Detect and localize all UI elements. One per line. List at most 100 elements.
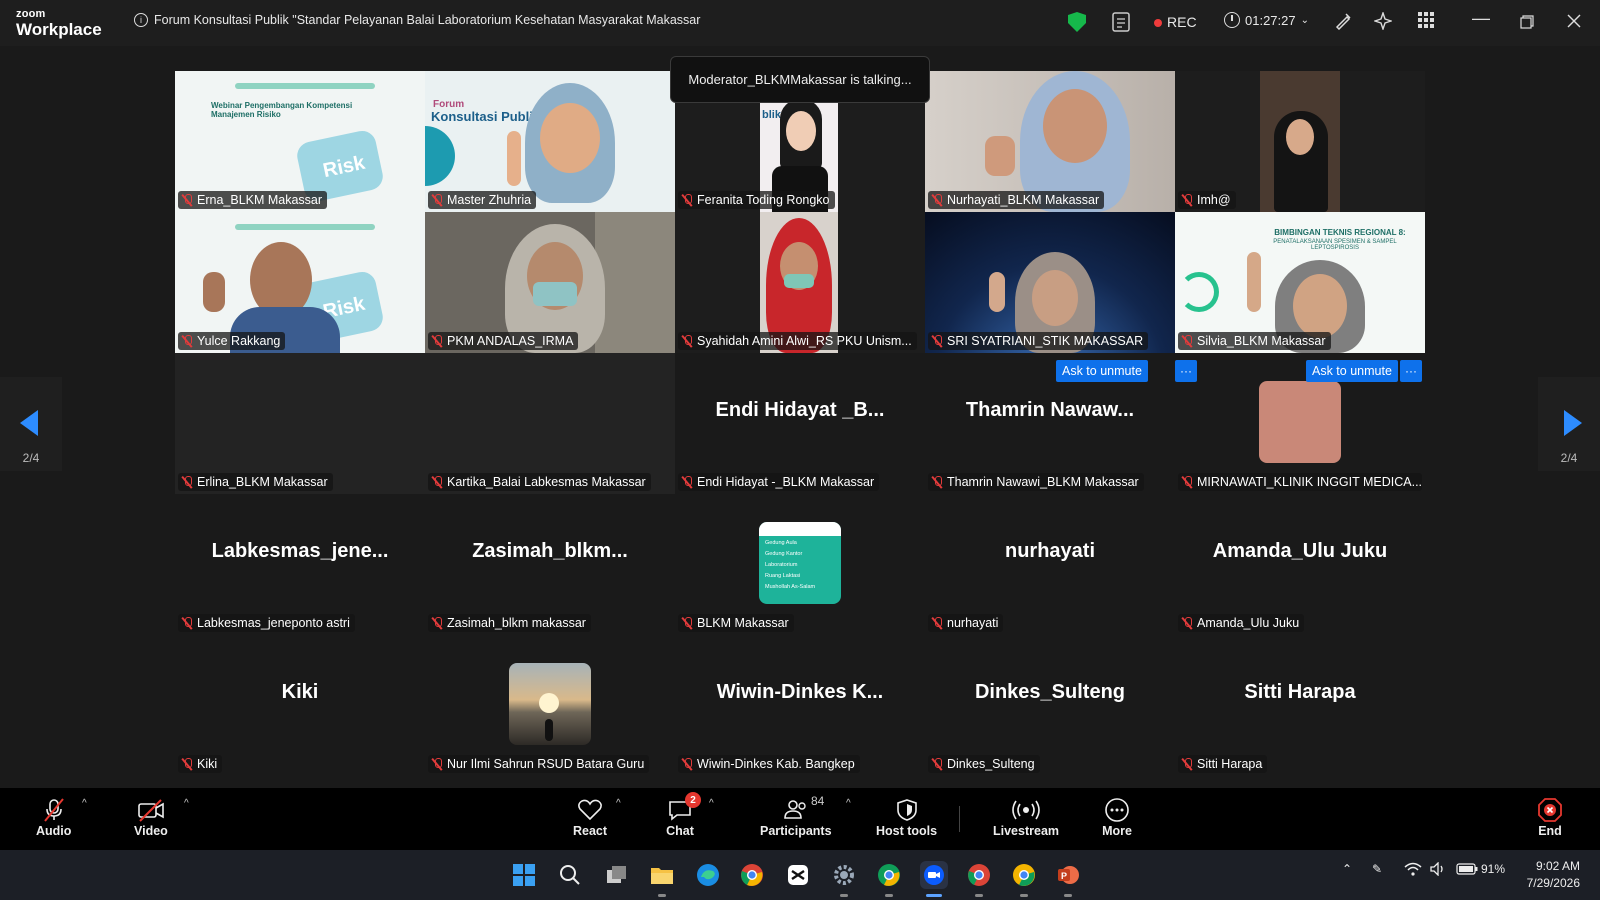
video-tile[interactable]: Sitti Harapa Sitti Harapa (1175, 635, 1425, 776)
zoom-logo: zoom Workplace (16, 9, 102, 39)
battery-indicator[interactable]: 91% (1456, 862, 1505, 876)
react-button[interactable]: React (573, 796, 607, 838)
participant-name: Amanda_Ulu Juku (1197, 616, 1300, 630)
host-tools-label: Host tools (876, 824, 938, 838)
video-tile[interactable]: nurhayati nurhayati (925, 494, 1175, 635)
show-hidden-icons-chevron-icon[interactable]: ⌃ (1342, 862, 1352, 876)
participant-display-name: Amanda_Ulu Juku (1212, 540, 1388, 562)
mic-muted-icon (431, 476, 443, 488)
video-tile[interactable]: Labkesmas_jene... Labkesmas_jeneponto as… (175, 494, 425, 635)
participant-name: Sitti Harapa (1197, 757, 1263, 771)
chat-bubble-icon: 2 (665, 792, 701, 824)
capcut-icon[interactable] (784, 861, 812, 889)
file-explorer-icon[interactable] (648, 861, 676, 889)
participant-name: Kartika_Balai Labkesmas Makassar (447, 475, 646, 489)
participant-name: Master Zhuhria (447, 193, 532, 207)
tile-more-button[interactable]: ··· (1400, 360, 1422, 382)
participant-name: Erna_BLKM Makassar (197, 193, 323, 207)
ask-to-unmute-button[interactable]: Ask to unmute (1306, 360, 1398, 382)
video-tile[interactable]: PKM ANDALAS_IRMA (425, 212, 675, 353)
info-icon[interactable]: i (134, 13, 148, 27)
powerpoint-icon[interactable]: P (1054, 861, 1082, 889)
volume-icon[interactable] (1430, 861, 1446, 879)
participant-name: Labkesmas_jeneponto astri (197, 616, 350, 630)
participant-name-tag: Dinkes_Sulteng (928, 755, 1040, 773)
task-view-icon[interactable] (603, 861, 631, 889)
chrome-profile-icon[interactable] (965, 861, 993, 889)
chat-options-caret-icon[interactable]: ^ (709, 798, 714, 809)
chrome-profile-icon[interactable] (875, 861, 903, 889)
meeting-title[interactable]: i Forum Konsultasi Publik "Standar Pelay… (134, 13, 700, 27)
react-options-caret-icon[interactable]: ^ (616, 798, 621, 809)
audio-options-caret-icon[interactable]: ^ (82, 798, 87, 809)
video-tile[interactable]: Webinar Pengembangan Kompetensi Manajeme… (175, 71, 425, 212)
annotate-pen-icon[interactable] (1334, 12, 1352, 35)
audio-button[interactable]: Audio (36, 796, 71, 838)
meeting-timer[interactable]: 01:27:27 ⌄ (1224, 12, 1309, 28)
video-tile[interactable]: Nurhayati_BLKM Makassar (925, 71, 1175, 212)
participant-name-tag: Erlina_BLKM Makassar (178, 473, 333, 491)
participant-display-name: Wiwin-Dinkes K... (716, 681, 884, 703)
video-button[interactable]: Video (134, 796, 168, 838)
video-tile[interactable]: Kiki Kiki (175, 635, 425, 776)
video-tile[interactable]: Imh@ (1175, 71, 1425, 212)
settings-gear-icon[interactable] (830, 861, 858, 889)
chat-button[interactable]: 2 Chat (665, 792, 701, 838)
close-icon[interactable] (1567, 14, 1581, 33)
tile-more-button[interactable]: ··· (1175, 360, 1197, 382)
search-icon[interactable] (556, 861, 584, 889)
chrome-icon[interactable] (738, 861, 766, 889)
pen-menu-icon[interactable]: ✎ (1372, 862, 1382, 876)
livestream-icon (1011, 796, 1041, 824)
participants-options-caret-icon[interactable]: ^ (846, 798, 851, 809)
video-tile[interactable]: Forum Konsultasi Publik Master Zhuhria (425, 71, 675, 212)
mic-muted-icon (931, 194, 943, 206)
running-indicator (885, 894, 893, 897)
video-tile[interactable]: Erlina_BLKM Makassar (175, 353, 425, 494)
mic-muted-icon (931, 476, 943, 488)
video-tile[interactable]: Nur Ilmi Sahrun RSUD Batara Guru (425, 635, 675, 776)
notes-icon[interactable] (1112, 12, 1130, 37)
video-tile[interactable]: Syahidah Amini Alwi_RS PKU Unism... (675, 212, 925, 353)
system-clock[interactable]: 9:02 AM 7/29/2026 (1527, 858, 1580, 892)
rec-label: REC (1167, 14, 1197, 30)
previous-page-button[interactable]: 2/4 (0, 377, 62, 471)
title-bar: zoom Workplace i Forum Konsultasi Publik… (0, 0, 1600, 46)
video-tile[interactable]: Gedung Aula Gedung Kantor Laboratorium R… (675, 494, 925, 635)
ask-to-unmute-button[interactable]: Ask to unmute (1056, 360, 1148, 382)
video-tile[interactable]: Amanda_Ulu Juku Amanda_Ulu Juku (1175, 494, 1425, 635)
video-tile[interactable]: Zasimah_blkm... Zasimah_blkm makassar (425, 494, 675, 635)
end-meeting-button[interactable]: End (1535, 796, 1565, 838)
participant-name-tag: Wiwin-Dinkes Kab. Bangkep (678, 755, 860, 773)
encryption-shield-icon[interactable] (1068, 12, 1086, 32)
video-tile[interactable]: Dinkes_Sulteng Dinkes_Sulteng (925, 635, 1175, 776)
wifi-icon[interactable] (1404, 862, 1422, 879)
shield-icon (892, 796, 922, 824)
recording-indicator[interactable]: REC (1154, 14, 1197, 30)
mic-muted-icon (1181, 194, 1193, 206)
video-tile[interactable]: Kartika_Balai Labkesmas Makassar (425, 353, 675, 494)
apps-grid-icon[interactable] (1418, 12, 1434, 33)
video-tile[interactable]: Risk Yulce Rakkang (175, 212, 425, 353)
zoom-app-icon[interactable] (920, 861, 948, 889)
participant-name: Wiwin-Dinkes Kab. Bangkep (697, 757, 855, 771)
host-tools-button[interactable]: Host tools (876, 796, 937, 838)
restore-icon[interactable] (1520, 15, 1534, 34)
participant-name-tag: Sitti Harapa (1178, 755, 1268, 773)
video-tile[interactable]: Wiwin-Dinkes K... Wiwin-Dinkes Kab. Bang… (675, 635, 925, 776)
react-label: React (573, 824, 608, 838)
next-page-button[interactable]: 2/4 (1538, 377, 1600, 471)
video-options-caret-icon[interactable]: ^ (184, 798, 189, 809)
video-tile[interactable]: BIMBINGAN TEKNIS REGIONAL 8: PENATALAKSA… (1175, 212, 1425, 353)
ai-companion-icon[interactable] (1372, 10, 1394, 35)
livestream-button[interactable]: Livestream (993, 796, 1059, 838)
chrome-profile-icon[interactable] (1010, 861, 1038, 889)
video-tile[interactable]: SRI SYATRIANI_STIK MAKASSAR (925, 212, 1175, 353)
participant-display-name: Kiki (281, 681, 319, 703)
avatar (1259, 381, 1341, 463)
minimize-icon[interactable]: — (1472, 8, 1490, 29)
edge-browser-icon[interactable] (694, 861, 722, 889)
more-button[interactable]: More (1102, 796, 1132, 838)
video-tile[interactable]: Endi Hidayat _B... Endi Hidayat -_BLKM M… (675, 353, 925, 494)
windows-start-icon[interactable] (510, 861, 538, 889)
